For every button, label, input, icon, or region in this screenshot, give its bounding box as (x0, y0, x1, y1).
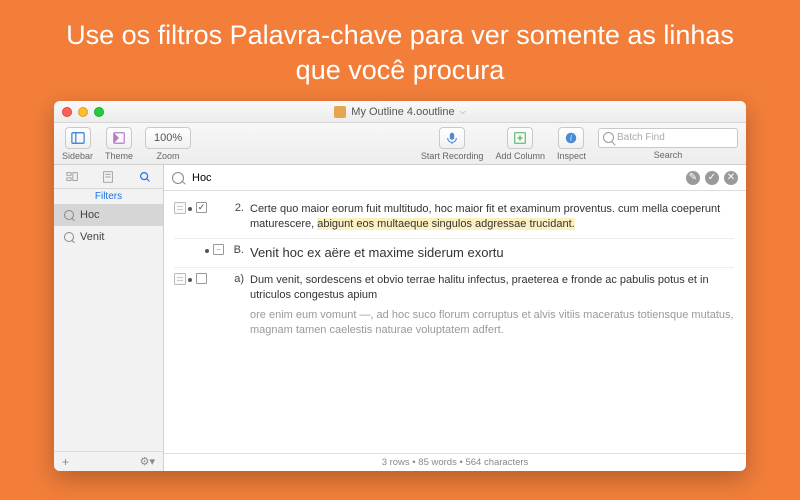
filter-action-1[interactable]: ✎ (686, 171, 700, 185)
row-note: ore enim eum vomunt —, ad hoc suco floru… (250, 308, 734, 339)
svg-text:i: i (570, 133, 572, 142)
outline-content: ✓ 2. Certe quo maior eorum fuit multitud… (164, 191, 746, 453)
headline: Use os filtros Palavra-chave para ver so… (60, 18, 740, 87)
titlebar: My Outline 4.ooutline ⌵ (54, 101, 746, 123)
note-icon[interactable] (174, 202, 186, 214)
search-icon (64, 210, 74, 220)
note-icon[interactable] (174, 273, 186, 285)
sidebar-section-title: Filters (54, 191, 163, 202)
toolbar: Sidebar Theme 100% Zoom Start Recording (54, 123, 746, 165)
window-title[interactable]: My Outline 4.ooutline ⌵ (334, 106, 465, 118)
status-bar: 3 rows • 85 words • 564 characters (164, 453, 746, 471)
chevron-down-icon: ⌵ (460, 107, 466, 117)
search-icon (64, 232, 74, 242)
sidebar-tab-1[interactable] (54, 165, 90, 188)
sidebar: Filters Hoc Venit + ⚙︎▾ (54, 165, 164, 471)
filter-action-2[interactable]: ✓ (705, 171, 719, 185)
row-marker: 2. (230, 202, 244, 233)
row-marker: B. (230, 244, 244, 262)
outline-row[interactable]: a) Dum venit, sordescens et obvio terrae… (174, 267, 734, 344)
filter-query[interactable]: Hoc (192, 172, 212, 184)
row-marker: a) (230, 273, 244, 339)
search-icon (603, 132, 614, 143)
gear-icon[interactable]: ⚙︎▾ (140, 455, 155, 468)
search-input[interactable]: Batch Find (598, 128, 738, 148)
minimize-dot[interactable] (78, 107, 88, 117)
body: Filters Hoc Venit + ⚙︎▾ Hoc ✎ ✓ ✕ (54, 165, 746, 471)
zoom-dot[interactable] (94, 107, 104, 117)
bullet-icon (188, 207, 192, 211)
expand-toggle[interactable]: − (213, 244, 224, 255)
theme-button[interactable] (106, 127, 132, 149)
bullet-icon (205, 249, 209, 253)
close-dot[interactable] (62, 107, 72, 117)
filter-clear[interactable]: ✕ (724, 171, 738, 185)
checkbox[interactable] (196, 273, 207, 284)
add-filter-button[interactable]: + (62, 455, 69, 469)
start-recording-button[interactable] (439, 127, 465, 149)
search-icon (172, 172, 184, 184)
outline-row[interactable]: ✓ 2. Certe quo maior eorum fuit multitud… (174, 197, 734, 238)
bullet-icon (188, 278, 192, 282)
add-column-button[interactable] (507, 127, 533, 149)
outline-row[interactable]: − B. Venit hoc ex aëre et maxime siderum… (174, 238, 734, 267)
filter-item[interactable]: Hoc (54, 204, 163, 226)
doc-icon (334, 106, 346, 118)
inspect-button[interactable]: i (558, 127, 584, 149)
filter-bar: Hoc ✎ ✓ ✕ (164, 165, 746, 191)
sidebar-tab-2[interactable] (90, 165, 126, 188)
zoom-button[interactable]: 100% (145, 127, 191, 149)
sidebar-tab-filters[interactable] (127, 165, 163, 188)
app-window: My Outline 4.ooutline ⌵ Sidebar Theme 10… (54, 101, 746, 471)
filter-item[interactable]: Venit (54, 226, 163, 248)
checkbox[interactable]: ✓ (196, 202, 207, 213)
highlight: abigunt eos multaeque singulos adgressae… (317, 218, 574, 230)
sidebar-button[interactable] (65, 127, 91, 149)
